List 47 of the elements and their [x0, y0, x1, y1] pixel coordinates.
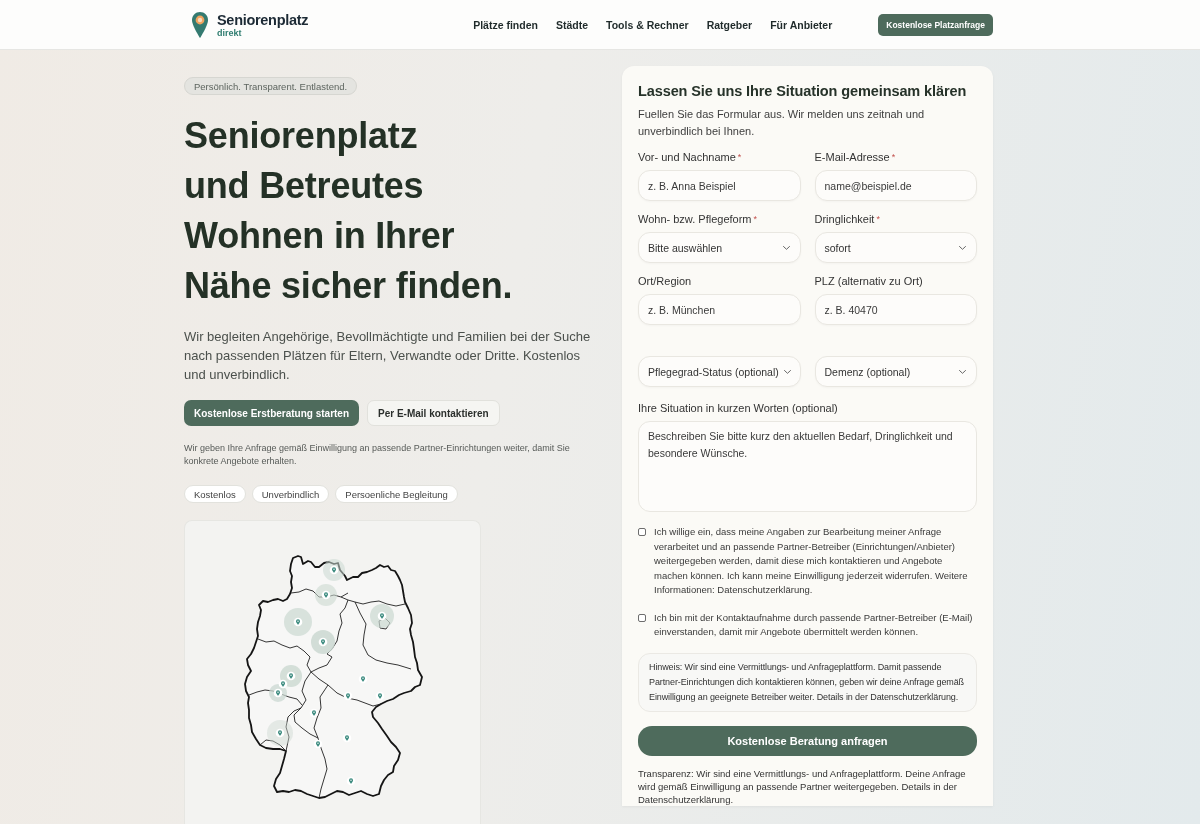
checkbox[interactable] — [638, 613, 646, 622]
chevron-down-icon — [783, 369, 791, 374]
nav-link[interactable]: Tools & Rechner — [606, 18, 689, 31]
transparency-text: Transparenz: Wir sind eine Vermittlungs- und Anfrageplattform. Deine Anfrage wird gemäß Einwilligung an passende Partner weitergegeben. Details in der Datenschutzerklärung. — [638, 766, 967, 806]
logo-text[interactable]: Seniorenplatz — [217, 11, 309, 28]
hero-description: Wir begleiten Angehörige, Bevollmächtigte und Familien bei der Suche nach passenden Plätzen für Eltern, Verwandte oder Dritte. Kostenlos und unverbindlich. — [184, 328, 592, 384]
nav-link[interactable]: Städte — [555, 18, 589, 31]
input-field[interactable]: z. B. Anna Beispiel — [638, 170, 801, 201]
nav-link[interactable]: Für Anbieter — [770, 18, 833, 31]
nav-link[interactable]: Ratgeber — [706, 18, 753, 31]
location-pin-icon — [192, 11, 208, 38]
input-field[interactable]: z. B. 40470 — [814, 294, 977, 325]
feature-tag: Unverbindlich — [251, 485, 330, 503]
form-intro: Fuellen Sie das Formular aus. Wir melden uns zeitnah und unverbindlich bei Ihnen. — [638, 107, 926, 139]
tagline-badge: Persönlich. Transparent. Entlastend. — [184, 77, 358, 95]
info-notice: Hinweis: Wir sind eine Vermittlungs- und Anfrageplattform. Damit passende Partner-Einrichtungen dich kontaktieren können, geben wir deine Anfrage gemäß Einwilligung an geeignete Betreiber weiter. Details in der Datenschutzerklärung. — [638, 652, 977, 712]
feature-tag: Kostenlos — [184, 485, 246, 503]
consent-text: Ich willige ein, dass meine Angaben zur Bearbeitung meiner Anfrage verarbeitet und an passende Partner-Betreiber (Einrichtungen/Anbieter) weitergegeben werden, damit diese mich kontaktieren und Angebote machen können. Ich kann meine Einwilligung jederzeit widerrufen. Weitere Informationen: Datenschutzerklärung. — [654, 525, 969, 597]
feature-tag: Persoenliche Begleitung — [335, 485, 458, 503]
field-label: Vor- und Nachname * — [638, 150, 742, 164]
chevron-down-icon — [959, 245, 966, 250]
field-label: Ihre Situation in kurzen Worten (optional) — [638, 401, 839, 415]
logo-subtext: direkt — [217, 27, 242, 38]
nav-link[interactable]: Plätze finden — [473, 18, 538, 31]
hero-heading: Seniorenplatz und Betreutes Wohnen in Ihrer Nähe sicher finden. — [184, 114, 514, 308]
submit-button[interactable]: Kostenlose Beratung anfragen — [638, 725, 977, 756]
field-label: Dringlichkeit * — [814, 212, 880, 226]
dropdown[interactable]: sofort — [814, 232, 977, 263]
dropdown[interactable]: Demenz (optional) — [814, 356, 977, 387]
text-area[interactable]: Beschreiben Sie bitte kurz den aktuellen Bedarf, Dringlichkeit und besondere Wünsche. — [638, 421, 977, 512]
input-field[interactable]: name@beispiel.de — [814, 170, 977, 201]
field-label: PLZ (alternativ zu Ort) — [814, 274, 923, 288]
form-title: Lassen Sie uns Ihre Situation gemeinsam klären — [638, 82, 968, 101]
chevron-down-icon — [782, 245, 790, 250]
input-field[interactable]: z. B. München — [638, 294, 801, 325]
dropdown[interactable]: Bitte auswählen — [638, 232, 801, 263]
consultation-button[interactable]: Kostenlose Erstberatung starten — [184, 400, 360, 426]
field-label: Ort/Region — [638, 274, 692, 288]
checkbox[interactable] — [638, 528, 646, 536]
field-label: E-Mail-Adresse * — [814, 150, 896, 164]
field-label: Wohn- bzw. Pflegeform * — [638, 212, 758, 226]
chevron-down-icon — [959, 369, 966, 374]
consent-text: Ich bin mit der Kontaktaufnahme durch passende Partner-Betreiber (E-Mail) einverstanden, damit mir Angebote übermittelt werden können. — [654, 610, 974, 639]
request-button[interactable]: Kostenlose Platzanfrage — [878, 13, 993, 36]
dropdown[interactable]: Pflegegrad-Status (optional) — [638, 356, 801, 387]
disclaimer-text: Wir geben Ihre Anfrage gemäß Einwilligung an passende Partner-Einrichtungen weiter, damit Sie konkrete Angebote erhalten. — [184, 442, 571, 468]
email-button[interactable]: Per E-Mail kontaktieren — [367, 400, 500, 426]
